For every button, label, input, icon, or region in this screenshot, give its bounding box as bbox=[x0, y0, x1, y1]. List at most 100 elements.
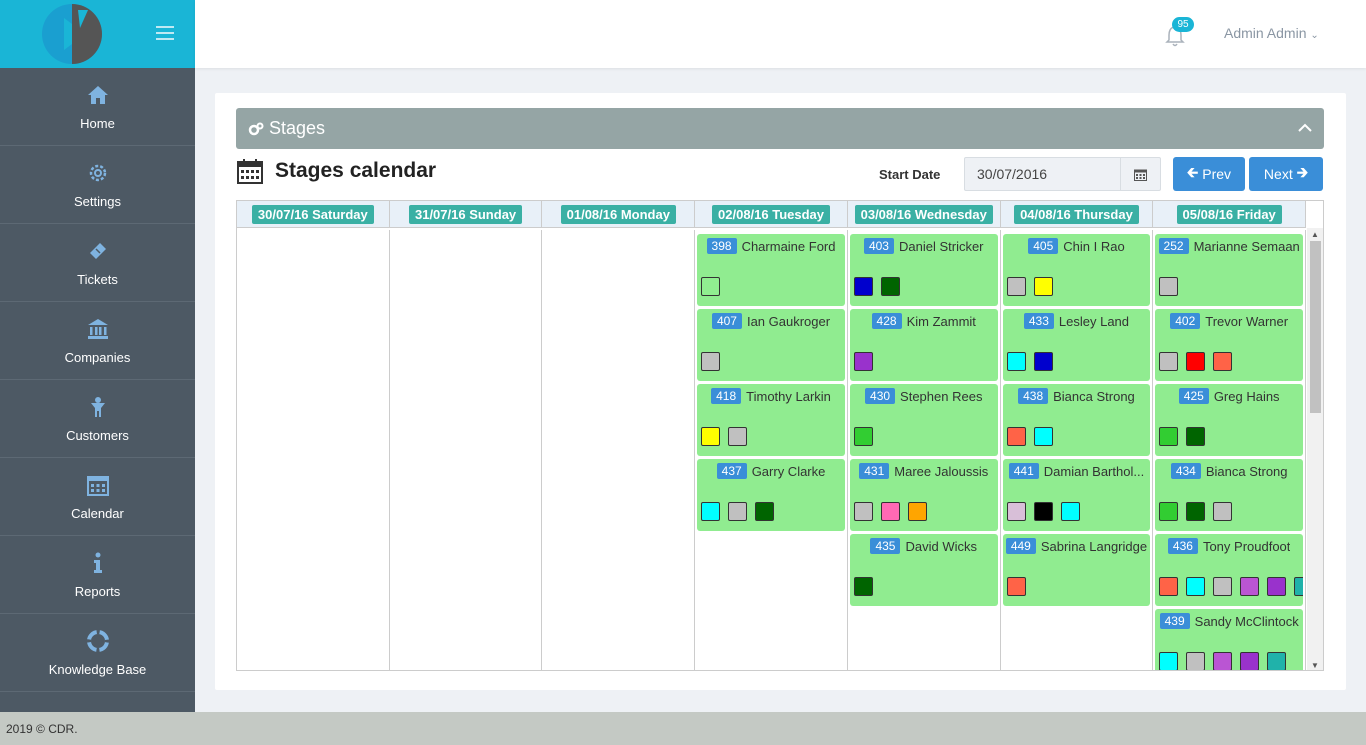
sidebar-item-calendar[interactable]: Calendar bbox=[0, 458, 195, 536]
next-button[interactable]: Next 🡲 bbox=[1249, 157, 1323, 191]
stage-color-swatch[interactable] bbox=[1213, 502, 1233, 521]
stage-entry[interactable]: 435 David Wicks bbox=[849, 534, 998, 606]
stage-color-swatch[interactable] bbox=[1033, 502, 1053, 521]
collapse-icon[interactable] bbox=[1298, 121, 1312, 135]
sidebar-item-label: Calendar bbox=[71, 505, 124, 521]
stage-entry[interactable]: 398 Charmaine Ford bbox=[697, 234, 845, 306]
start-date-value[interactable]: 30/07/2016 bbox=[965, 158, 1120, 190]
stage-color-swatch[interactable] bbox=[1159, 502, 1179, 521]
sidebar-item-customers[interactable]: Customers bbox=[0, 380, 195, 458]
stage-color-swatch[interactable] bbox=[853, 352, 873, 371]
stage-color-swatch[interactable] bbox=[1186, 427, 1206, 446]
stage-entry[interactable]: 449 Sabrina Langridge bbox=[1002, 534, 1151, 606]
scroll-down-icon[interactable]: ▼ bbox=[1311, 661, 1319, 670]
entry-number: 425 bbox=[1178, 388, 1209, 404]
logo[interactable] bbox=[42, 4, 102, 64]
stage-entry[interactable]: 438 Bianca Strong bbox=[1002, 384, 1151, 456]
stage-color-swatch[interactable] bbox=[1213, 652, 1233, 670]
stage-color-swatch[interactable] bbox=[1159, 277, 1179, 296]
entry-header: 435 David Wicks bbox=[850, 534, 998, 554]
menu-toggle-icon[interactable] bbox=[156, 26, 174, 40]
scrollbar-thumb[interactable] bbox=[1310, 241, 1321, 413]
stage-color-swatch[interactable] bbox=[1186, 502, 1206, 521]
stage-color-swatch[interactable] bbox=[701, 277, 721, 296]
stage-color-swatch[interactable] bbox=[1033, 352, 1053, 371]
stage-entry[interactable]: 439 Sandy McClintock bbox=[1155, 609, 1304, 670]
start-date-label: Start Date bbox=[879, 167, 941, 182]
sidebar-item-label: Knowledge Base bbox=[48, 661, 147, 677]
stage-entry[interactable]: 430 Stephen Rees bbox=[849, 384, 998, 456]
stage-color-swatch[interactable] bbox=[1213, 577, 1233, 596]
stage-color-swatch[interactable] bbox=[1033, 427, 1053, 446]
sidebar-item-home[interactable]: Home bbox=[0, 68, 195, 146]
footer: 2019 © CDR. bbox=[0, 712, 1366, 745]
stage-color-swatch[interactable] bbox=[1267, 652, 1287, 670]
sidebar-item-settings[interactable]: Settings bbox=[0, 146, 195, 224]
stage-color-swatch[interactable] bbox=[1159, 352, 1179, 371]
stage-color-swatch[interactable] bbox=[755, 502, 775, 521]
stage-color-swatch[interactable] bbox=[853, 427, 873, 446]
stage-color-swatch[interactable] bbox=[1159, 427, 1179, 446]
stage-entry[interactable]: 403 Daniel Stricker bbox=[849, 234, 998, 306]
stage-color-swatch[interactable] bbox=[1033, 277, 1053, 296]
stage-color-swatch[interactable] bbox=[853, 277, 873, 296]
stage-color-swatch[interactable] bbox=[1213, 352, 1233, 371]
scrollbar[interactable]: ▲ ▼ bbox=[1307, 228, 1323, 670]
stage-color-swatch[interactable] bbox=[1060, 502, 1080, 521]
stage-color-swatch[interactable] bbox=[1294, 577, 1304, 596]
stage-color-swatch[interactable] bbox=[1186, 577, 1206, 596]
stage-color-swatch[interactable] bbox=[1159, 652, 1179, 670]
arrow-left-icon: 🡰 bbox=[1186, 164, 1199, 180]
stage-color-swatch[interactable] bbox=[701, 502, 721, 521]
stage-entry[interactable]: 405 Chin I Rao bbox=[1002, 234, 1151, 306]
user-menu[interactable]: Admin Admin ⌄ bbox=[1224, 25, 1319, 41]
stage-color-swatch[interactable] bbox=[728, 427, 748, 446]
sidebar-item-companies[interactable]: Companies bbox=[0, 302, 195, 380]
stage-entry[interactable]: 425 Greg Hains bbox=[1155, 384, 1304, 456]
scroll-up-icon[interactable]: ▲ bbox=[1311, 230, 1319, 239]
stage-color-swatch[interactable] bbox=[1006, 577, 1026, 596]
sidebar-item-tickets[interactable]: Tickets bbox=[0, 224, 195, 302]
stage-entry[interactable]: 252 Marianne Semaan bbox=[1155, 234, 1304, 306]
stage-color-swatch[interactable] bbox=[701, 352, 721, 371]
stage-entry[interactable]: 407 Ian Gaukroger bbox=[697, 309, 845, 381]
cogs-icon bbox=[248, 122, 264, 135]
stage-color-swatch[interactable] bbox=[1240, 577, 1260, 596]
stage-color-swatch[interactable] bbox=[1006, 502, 1026, 521]
stage-color-swatch[interactable] bbox=[1240, 652, 1260, 670]
stage-entry[interactable]: 434 Bianca Strong bbox=[1155, 459, 1304, 531]
stage-color-swatch[interactable] bbox=[1186, 652, 1206, 670]
stage-entry[interactable]: 433 Lesley Land bbox=[1002, 309, 1151, 381]
stage-color-swatch[interactable] bbox=[1267, 577, 1287, 596]
stage-color-swatch[interactable] bbox=[1186, 352, 1206, 371]
stage-color-swatch[interactable] bbox=[728, 502, 748, 521]
stage-entry[interactable]: 428 Kim Zammit bbox=[849, 309, 998, 381]
stage-entry[interactable]: 402 Trevor Warner bbox=[1155, 309, 1304, 381]
stage-entry[interactable]: 437 Garry Clarke bbox=[697, 459, 845, 531]
stage-color-swatch[interactable] bbox=[1006, 427, 1026, 446]
stage-color-swatch[interactable] bbox=[853, 502, 873, 521]
stage-color-swatch[interactable] bbox=[907, 502, 927, 521]
stage-entry[interactable]: 436 Tony Proudfoot bbox=[1155, 534, 1304, 606]
day-header-label: 31/07/16 Sunday bbox=[408, 204, 523, 224]
datepicker-button[interactable] bbox=[1120, 158, 1160, 190]
day-header-row: 30/07/16 Saturday 31/07/16 Sunday 01/08/16… bbox=[237, 201, 1307, 228]
stage-color-swatch[interactable] bbox=[701, 427, 721, 446]
stage-color-swatch[interactable] bbox=[880, 277, 900, 296]
stage-entry[interactable]: 418 Timothy Larkin bbox=[697, 384, 845, 456]
start-date-field[interactable]: 30/07/2016 bbox=[964, 157, 1161, 191]
sidebar-item-knowledge-base[interactable]: Knowledge Base bbox=[0, 614, 195, 692]
stage-color-swatch[interactable] bbox=[1006, 277, 1026, 296]
stage-entry[interactable]: 441 Damian Barthol... bbox=[1002, 459, 1151, 531]
stage-color-swatch[interactable] bbox=[1006, 352, 1026, 371]
stage-color-swatch[interactable] bbox=[880, 502, 900, 521]
stage-color-swatch[interactable] bbox=[853, 577, 873, 596]
sidebar-item-reports[interactable]: Reports bbox=[0, 536, 195, 614]
entry-name: David Wicks bbox=[905, 538, 977, 554]
stage-entry[interactable]: 431 Maree Jaloussis bbox=[849, 459, 998, 531]
day-columns: 398 Charmaine Ford 407 Ian Gaukroger 418 Timo… bbox=[237, 230, 1307, 670]
stage-color-swatch[interactable] bbox=[1159, 577, 1179, 596]
entry-number: 402 bbox=[1170, 313, 1201, 329]
prev-button[interactable]: 🡰 Prev bbox=[1173, 157, 1245, 191]
day-header-label: 01/08/16 Monday bbox=[560, 204, 676, 224]
